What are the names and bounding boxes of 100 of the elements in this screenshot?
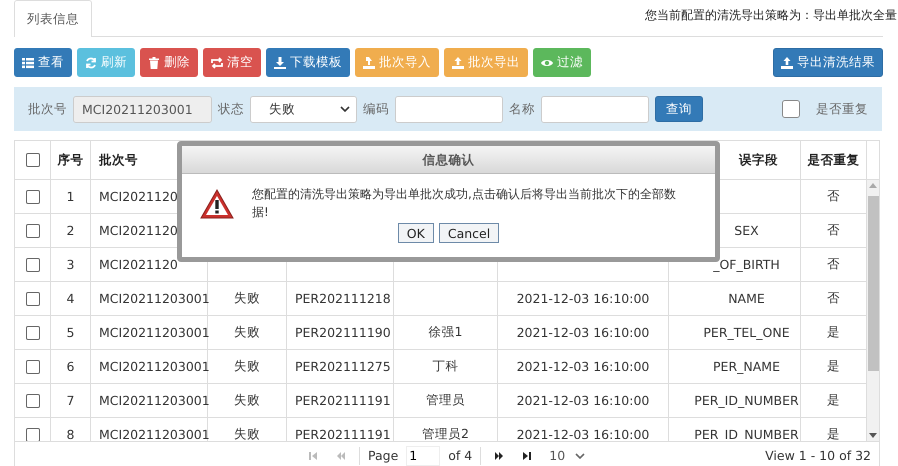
last-page-icon[interactable] (522, 450, 532, 460)
table-cell: MCI2021120 (99, 189, 178, 204)
table-cell: PER_ID_NUMBER (694, 393, 799, 408)
table-cell: 2021-12-03 16:10:00 (516, 427, 650, 441)
toolbar-button[interactable]: 查看 (14, 48, 72, 77)
page-label: Page (368, 448, 398, 463)
table-cell: 失败 (234, 290, 260, 307)
table-cell: PER_TEL_ONE (703, 325, 790, 340)
table-cell: 失败 (234, 324, 260, 341)
table-cell: MCI20211203001 (99, 359, 210, 374)
table-cell: 否 (827, 188, 840, 205)
table-cell: 否 (827, 290, 840, 307)
row-checkbox[interactable] (26, 258, 40, 272)
download-icon (274, 56, 286, 68)
status-select[interactable]: 失败 (250, 96, 357, 122)
table-cell: SEX (734, 223, 759, 238)
table-cell: 7 (66, 393, 74, 408)
duplicate-label: 是否重复 (816, 100, 868, 118)
table-cell: 2021-12-03 16:10:00 (516, 291, 650, 306)
export-icon (452, 56, 464, 68)
import-icon (363, 56, 375, 68)
table-cell: 管理员2 (422, 426, 469, 441)
row-checkbox[interactable] (26, 394, 40, 408)
refresh-icon (85, 56, 97, 68)
code-field[interactable] (395, 96, 503, 122)
table-cell: 8 (66, 427, 74, 441)
column-header: 是否重复 (808, 152, 860, 168)
table-cell: 徐强1 (428, 324, 462, 341)
toolbar-button[interactable]: 删除 (140, 48, 198, 77)
swap-icon (211, 56, 223, 68)
page-count: of 4 (448, 448, 472, 463)
table-cell: _OF_BIRTH (713, 257, 780, 272)
chevron-icon (340, 106, 350, 112)
table-cell: PER_ID_NUMBER (694, 427, 799, 441)
table-cell: 2021-12-03 16:10:00 (516, 393, 650, 408)
table-cell: MCI2021120 (99, 223, 178, 238)
table-cell: PER202111218 (295, 291, 391, 306)
duplicate-checkbox[interactable] (782, 100, 800, 118)
scrollbar[interactable] (867, 180, 879, 441)
table-cell: 失败 (234, 426, 260, 441)
table-cell: 是 (827, 324, 840, 341)
row-checkbox[interactable] (26, 292, 40, 306)
batch-label: 批次号 (28, 100, 67, 118)
row-checkbox[interactable] (26, 360, 40, 374)
table-cell: PER202111191 (295, 393, 391, 408)
warning-icon (200, 189, 234, 219)
list-icon (22, 56, 34, 68)
table-cell: 5 (66, 325, 74, 340)
table-cell: 2 (66, 223, 74, 238)
page-field[interactable]: 1 (406, 446, 440, 466)
list-tab[interactable]: 列表信息 (14, 0, 92, 37)
page-size-select[interactable]: 10 (545, 444, 596, 466)
dialog-message: 您配置的清洗导出策略为导出单批次成功,点击确认后将导出当前批次下的全部数据! (252, 186, 677, 221)
toolbar-button[interactable]: 清空 (203, 48, 261, 77)
table-cell: MCI2021120 (99, 257, 178, 272)
select-all-checkbox[interactable] (26, 153, 40, 167)
status-label: 状态 (218, 100, 244, 118)
row-checkbox[interactable] (26, 428, 40, 441)
table-cell: 失败 (234, 358, 260, 375)
table-cell: 是 (827, 392, 840, 409)
table-cell: MCI20211203001 (99, 325, 210, 340)
column-header: 序号 (58, 152, 84, 168)
query-button[interactable]: 查询 (655, 96, 703, 122)
dialog-button[interactable]: OK (398, 223, 434, 243)
strategy-note: 您当前配置的清洗导出策略为：导出单批次全量 (645, 6, 897, 24)
export-icon (781, 56, 793, 68)
row-checkbox[interactable] (26, 190, 40, 204)
table-cell: 2021-12-03 16:10:00 (516, 325, 650, 340)
table-cell: PER202111191 (295, 427, 391, 441)
table-cell: MCI20211203001 (99, 393, 210, 408)
toolbar-button[interactable]: 下载模板 (266, 48, 350, 77)
chevron-icon (575, 452, 586, 458)
column-header: 批次号 (99, 152, 138, 168)
table-cell: 是 (827, 358, 840, 375)
scroll-down-icon[interactable] (869, 433, 877, 438)
table-cell: 丁科 (432, 358, 458, 375)
export-results-button[interactable]: 导出清洗结果 (773, 48, 883, 77)
table-cell: MCI20211203001 (99, 427, 210, 441)
table-cell: PER202111275 (295, 359, 391, 374)
table-cell: PER_NAME (713, 359, 780, 374)
code-label: 编码 (363, 100, 389, 118)
next-page-icon[interactable] (494, 450, 504, 460)
name-field[interactable] (541, 96, 649, 122)
table-cell: 管理员 (426, 392, 465, 409)
table-cell: NAME (728, 291, 765, 306)
table-cell: 6 (66, 359, 74, 374)
table-cell: 失败 (234, 392, 260, 409)
table-cell: 2021-12-03 16:10:00 (516, 359, 650, 374)
dialog-title: 信息确认 (182, 146, 715, 174)
table-cell: 4 (66, 291, 74, 306)
row-checkbox[interactable] (26, 326, 40, 340)
row-checkbox[interactable] (26, 224, 40, 238)
table-cell: PER202111190 (295, 325, 391, 340)
toolbar-button[interactable]: 过滤 (533, 48, 591, 77)
column-header: 误字段 (739, 152, 778, 168)
record-summary: View 1 - 10 of 32 (765, 448, 871, 463)
dialog-button[interactable]: Cancel (438, 223, 500, 243)
table-cell: 3 (66, 257, 74, 272)
table-cell: 是 (827, 426, 840, 441)
table-cell: 否 (827, 256, 840, 273)
